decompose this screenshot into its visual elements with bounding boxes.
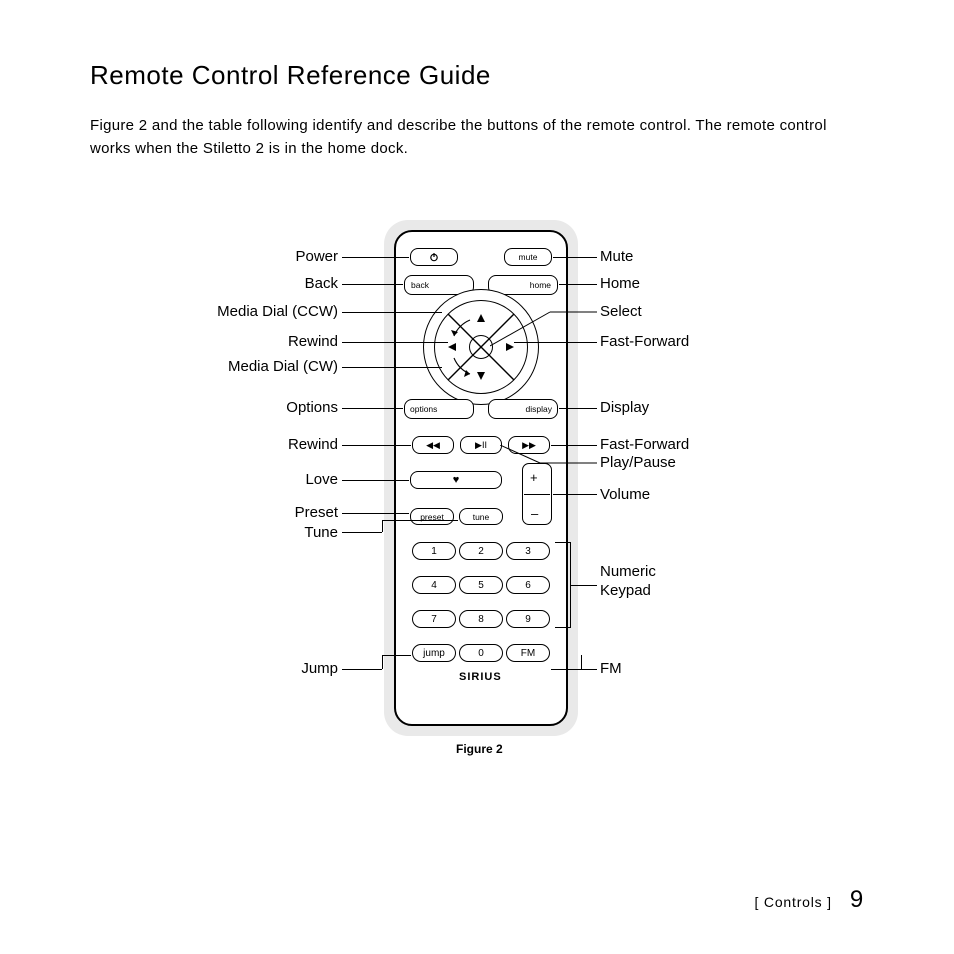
leader [342,480,409,481]
key-6[interactable]: 6 [506,576,550,594]
key-0[interactable]: 0 [459,644,503,662]
key-2[interactable]: 2 [459,542,503,560]
label-options: Options [278,399,338,416]
jump-button[interactable]: jump [412,644,456,662]
leader [342,312,442,313]
tune-button[interactable]: tune [459,508,503,525]
leader [342,257,409,258]
preset-button[interactable]: preset [410,508,454,525]
page-footer: [ Controls ] 9 [755,886,864,914]
leader [342,669,382,670]
leader [382,655,383,669]
play-pause-button[interactable]: ▶II [460,436,502,454]
leader [581,669,597,670]
label-back: Back [298,275,338,292]
label-power: Power [288,248,338,265]
remote-figure: mute back home options display ◀◀ ▶II ▶▶… [0,0,954,954]
label-volume: Volume [600,486,650,503]
label-jump: Jump [296,660,338,677]
power-button[interactable] [410,248,458,266]
leader [551,669,581,670]
figure-caption: Figure 2 [456,742,503,756]
keypad-bracket [555,542,571,628]
mute-button[interactable]: mute [504,248,552,266]
display-button[interactable]: display [488,399,558,419]
leader [342,367,442,368]
label-display: Display [600,399,649,416]
label-fast-forward-dial: Fast-Forward [600,333,689,350]
leader [342,532,382,533]
label-keypad: Keypad [600,582,651,599]
leader [382,520,383,532]
label-fm: FM [600,660,622,677]
key-3[interactable]: 3 [506,542,550,560]
leader [342,513,409,514]
volume-minus: – [531,506,538,521]
label-rewind-transport: Rewind [280,436,338,453]
leader [382,520,458,521]
leader [342,445,411,446]
key-5[interactable]: 5 [459,576,503,594]
leader [559,284,597,285]
sirius-brand-logo: SIRIUS [459,671,502,683]
key-1[interactable]: 1 [412,542,456,560]
label-numeric: Numeric [600,563,656,580]
label-select: Select [600,303,642,320]
options-button[interactable]: options [404,399,474,419]
leader [553,494,597,495]
leader [559,408,597,409]
label-home: Home [600,275,640,292]
label-media-dial-cw: Media Dial (CW) [208,358,338,375]
leader [382,655,411,656]
label-love: Love [298,471,338,488]
power-icon [429,252,439,262]
key-9[interactable]: 9 [506,610,550,628]
leader [581,655,582,669]
label-mute: Mute [600,248,633,265]
leader [571,585,597,586]
leader [342,342,448,343]
volume-divider [524,494,550,495]
label-tune: Tune [298,524,338,541]
leader [500,445,600,465]
label-play-pause: Play/Pause [600,454,676,471]
love-button[interactable]: ♥ [410,471,502,489]
key-7[interactable]: 7 [412,610,456,628]
label-rewind-dial: Rewind [280,333,338,350]
label-preset: Preset [288,504,338,521]
key-4[interactable]: 4 [412,576,456,594]
volume-plus: + [530,470,538,485]
page-number: 9 [850,886,864,914]
leader [514,342,597,343]
label-media-dial-ccw: Media Dial (CCW) [198,303,338,320]
key-8[interactable]: 8 [459,610,503,628]
rewind-transport-button[interactable]: ◀◀ [412,436,454,454]
leader [553,257,597,258]
label-fast-forward-transport: Fast-Forward [600,436,689,453]
footer-section: [ Controls ] [755,894,832,910]
leader [342,408,403,409]
fm-button[interactable]: FM [506,644,550,662]
leader [342,284,403,285]
